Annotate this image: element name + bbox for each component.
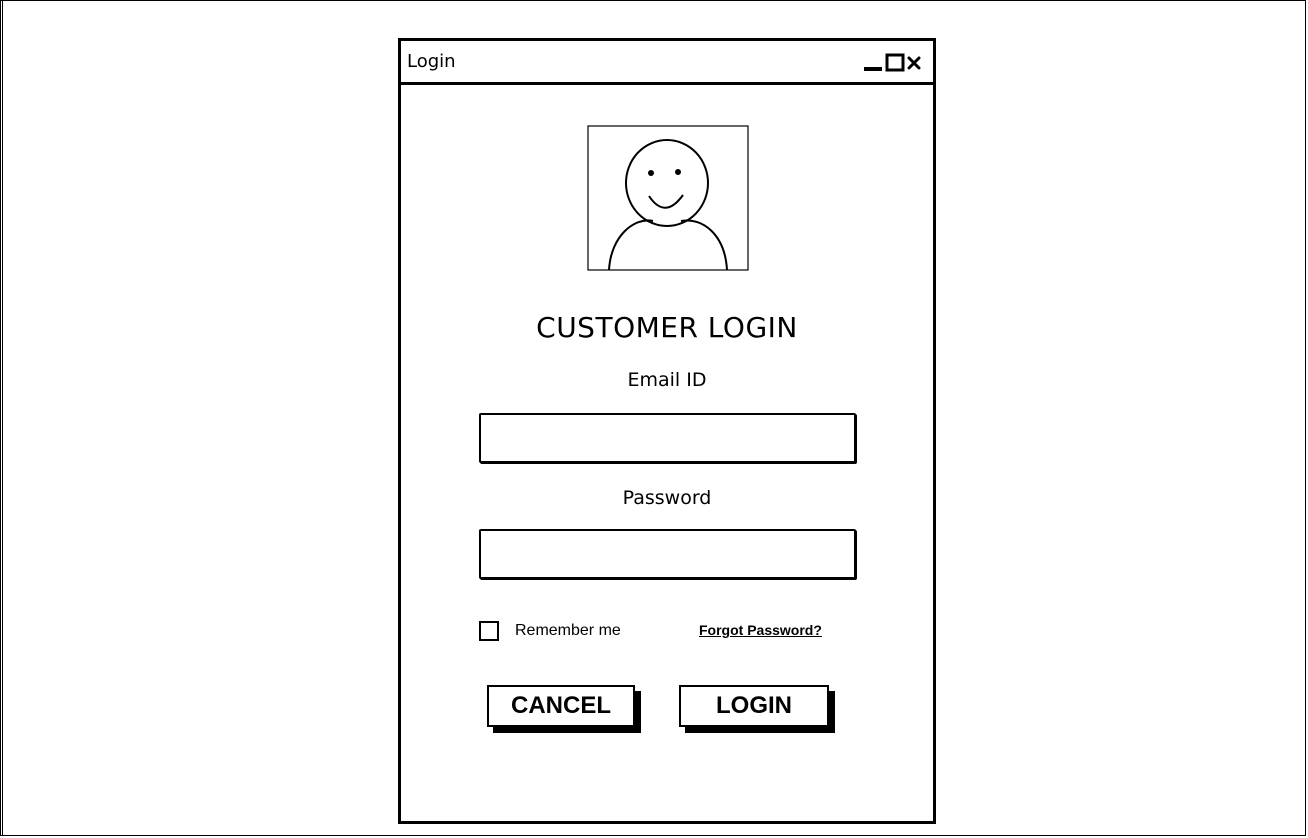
title-bar: Login [401,41,933,85]
close-icon[interactable] [907,53,921,73]
user-avatar-icon [587,125,749,271]
password-field[interactable] [479,529,856,579]
email-field[interactable] [479,413,856,463]
email-label: Email ID [627,369,707,391]
window-controls [837,53,921,73]
remember-me-label: Remember me [515,622,621,639]
minimize-icon[interactable] [863,53,883,73]
cancel-button[interactable]: CANCEL [487,685,635,727]
window-title: Login [407,51,456,72]
login-window: Login CUSTOMER LOGIN Email ID Password R… [398,38,936,824]
remember-me-option[interactable]: Remember me [479,619,621,643]
maximize-icon[interactable] [885,53,905,73]
remember-me-checkbox[interactable] [479,621,499,641]
page-title: CUSTOMER LOGIN [536,311,798,344]
forgot-password-link[interactable]: Forgot Password? [699,622,822,638]
login-button[interactable]: LOGIN [679,685,829,727]
password-label: Password [622,487,712,509]
